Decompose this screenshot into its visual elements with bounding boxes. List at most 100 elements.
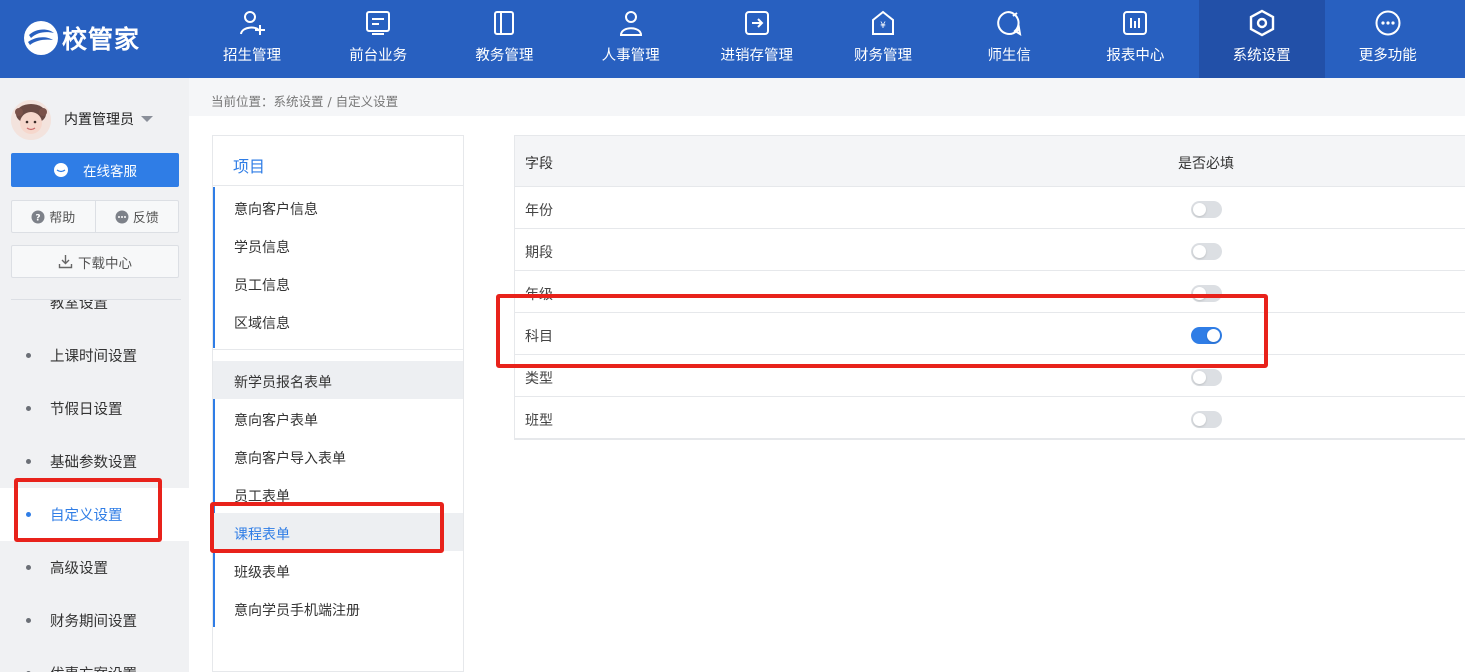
field-name: 班型 [525,413,553,429]
required-toggle[interactable] [1191,369,1222,386]
bullet-dot [26,406,31,411]
project-item-label: 新学员报名表单 [234,375,332,391]
sidebar-menu-label: 节假日设置 [50,402,123,418]
project-item[interactable]: 意向客户表单 [213,399,463,437]
project-item[interactable]: 班级表单 [213,551,463,589]
chat-bubble-icon [997,11,1022,36]
nav-item-2[interactable]: 前台业务 [315,0,441,78]
nav-item-8[interactable]: 报表中心 [1072,0,1198,78]
project-item-label: 意向客户导入表单 [234,451,346,467]
nav-item-label: 报表中心 [1106,48,1165,64]
sidebar-menu-label: 教室设置 [50,300,108,312]
book-icon [494,11,515,35]
bullet-dot [26,353,31,358]
sidebar-menu-label: 高级设置 [50,561,108,577]
project-item[interactable]: 学员信息 [213,226,463,264]
nav-item-4[interactable]: 人事管理 [568,0,694,78]
help-feedback-group: ? 帮助 反馈 [11,200,179,233]
nav-item-1[interactable]: 招生管理 [189,0,315,78]
project-item-label: 学员信息 [234,240,290,256]
more-dots-icon [1375,10,1401,36]
required-toggle[interactable] [1191,411,1222,428]
project-list-divider [213,349,463,350]
sidebar-menu-label: 上课时间设置 [50,349,137,365]
column-header-required: 是否必填 [1178,156,1234,172]
sidebar-menu-item[interactable]: 上课时间设置 [0,329,189,382]
brand-logo[interactable]: 校管家 [22,18,140,58]
project-item-label: 意向学员手机端注册 [234,603,360,619]
online-service-label: 在线客服 [83,164,137,180]
column-header-field: 字段 [525,156,553,172]
annotation-box-subject-row [496,294,1268,368]
left-sidebar: 内置管理员 在线客服 ? 帮助 反馈 下载中心 教室设置 上课时间设置 节假日设… [0,78,189,672]
chevron-down-icon[interactable] [141,116,153,122]
bar-report-icon [1123,11,1148,35]
nav-item-label: 招生管理 [223,48,281,64]
project-item-label: 班级表单 [234,565,290,581]
help-button[interactable]: ? 帮助 [12,201,95,232]
project-item[interactable]: 意向客户信息 [213,188,463,226]
nav-item-label: 师生信 [987,48,1031,64]
chat-icon [54,163,68,177]
nav-item-label: 更多功能 [1358,48,1417,64]
project-item[interactable]: 员工信息 [213,264,463,302]
project-item[interactable]: 意向学员手机端注册 [213,589,463,627]
feedback-label: 反馈 [132,211,159,226]
help-label: 帮助 [49,211,76,226]
nav-item-label: 前台业务 [349,48,408,64]
project-item-label: 区域信息 [234,316,290,332]
feedback-button[interactable]: 反馈 [94,201,179,232]
sidebar-menu-item[interactable]: 高级设置 [0,541,189,594]
bullet-dot [26,565,31,570]
nav-item-label: 人事管理 [601,48,660,64]
field-name: 类型 [525,371,553,387]
nav-item-7[interactable]: 师生信 [946,0,1072,78]
toggle-knob [1193,413,1206,426]
annotation-box-course-form [210,502,444,553]
table-header: 字段 是否必填 [515,136,1465,187]
main-content: 项目 意向客户信息 学员信息 员工信息 区域信息 新学员报名表单 意向客户表单 意向客户导入… [189,116,1465,672]
download-center-label: 下载中心 [78,255,132,272]
nav-item-10[interactable]: 更多功能 [1325,0,1451,78]
toggle-knob [1193,245,1206,258]
required-toggle[interactable] [1191,243,1222,260]
breadcrumb: 当前位置：系统设置 / 自定义设置 [211,94,399,109]
sidebar-menu-label: 优惠方案设置 [50,663,137,672]
user-name[interactable]: 内置管理员 [64,109,134,129]
arrow-box-icon [744,11,769,35]
toggle-knob [1193,203,1206,216]
download-center-button[interactable]: 下载中心 [11,245,179,278]
breadcrumb-bar: 当前位置：系统设置 / 自定义设置 [189,78,1465,116]
project-item[interactable]: 新学员报名表单 [213,361,463,399]
project-panel: 项目 意向客户信息 学员信息 员工信息 区域信息 新学员报名表单 意向客户表单 意向客户导入… [212,135,464,672]
bullet-dot [26,459,31,464]
project-item-label: 员工信息 [234,278,290,294]
sidebar-menu-label: 基础参数设置 [50,455,137,471]
required-toggle[interactable] [1191,201,1222,218]
feedback-icon [115,210,129,223]
online-service-button[interactable]: 在线客服 [11,153,179,187]
project-item[interactable]: 区域信息 [213,302,463,340]
user-add-icon [240,11,265,35]
table-row: 班型 [515,397,1465,439]
field-name: 年份 [525,203,553,219]
nav-item-6[interactable]: ¥ 财务管理 [820,0,946,78]
project-item[interactable]: 意向客户导入表单 [213,437,463,475]
settings-hex-icon [1249,9,1274,37]
person-icon [619,11,642,36]
svg-text:?: ? [36,213,41,223]
field-name: 期段 [525,245,553,261]
nav-item-5[interactable]: 进销存管理 [694,0,820,78]
brand-logo-icon [24,21,58,55]
sidebar-menu-item[interactable]: 节假日设置 [0,382,189,435]
nav-item-9[interactable]: 系统设置 [1198,0,1325,78]
app-root: 校管家 招生管理 前台业务 教务管理 人事管理 进销存管理 ¥ 财务管理 师生信 报表中心 系统设… [0,0,1465,672]
nav-item-3[interactable]: 教务管理 [441,0,567,78]
sidebar-menu-item[interactable]: 财务期间设置 [0,594,189,647]
annotation-box-sidebar [14,478,162,542]
sidebar-menu-item[interactable]: 教室设置 [0,300,189,329]
nav-item-label: 财务管理 [854,48,912,64]
avatar[interactable] [11,100,51,140]
help-icon: ? [31,210,45,223]
sidebar-menu-item[interactable]: 优惠方案设置 [0,647,189,672]
